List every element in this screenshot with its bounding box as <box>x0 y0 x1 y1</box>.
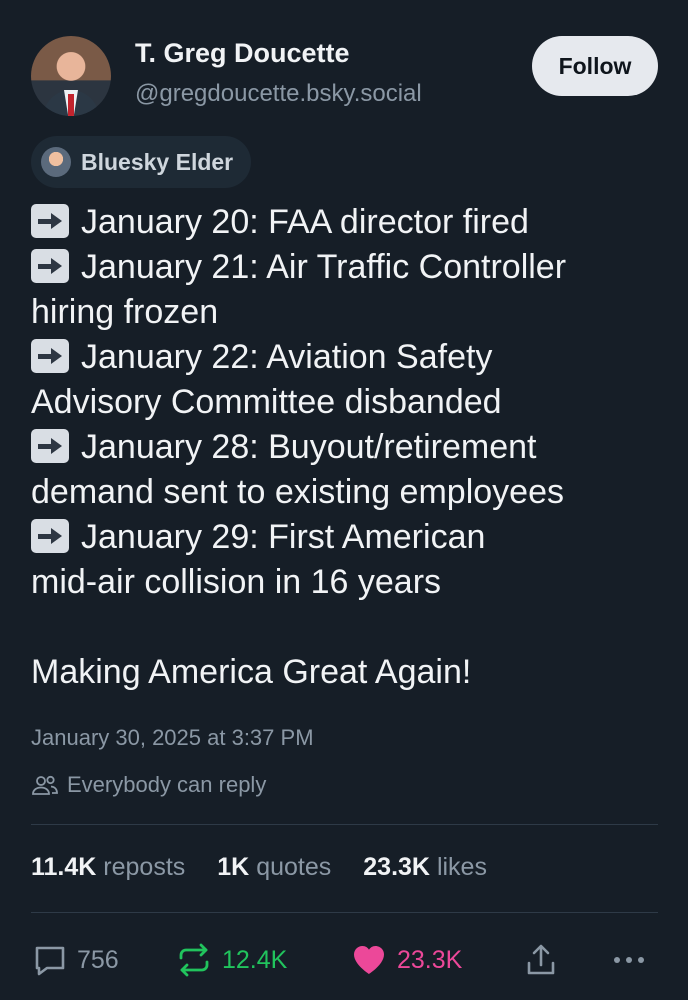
post-line: January 22: Aviation Safety <box>31 335 666 380</box>
follow-button[interactable]: Follow <box>532 36 658 96</box>
like-count: 23.3K <box>397 945 463 974</box>
reply-setting: Everybody can reply <box>31 772 266 798</box>
post-line: hiring frozen <box>31 293 219 331</box>
share-icon <box>527 944 555 975</box>
post-line: January 29: First American <box>31 515 666 560</box>
divider <box>31 824 658 825</box>
right-arrow-icon <box>31 339 69 373</box>
repost-icon <box>179 943 209 977</box>
post-text: January 20: FAA director fired January 2… <box>31 200 666 695</box>
right-arrow-icon <box>31 204 69 238</box>
right-arrow-icon <box>31 249 69 283</box>
post-line: January 28: Buyout/retirement <box>31 425 666 470</box>
author-handle[interactable]: @gregdoucette.bsky.social <box>135 80 422 108</box>
profile-badge[interactable]: Bluesky Elder <box>31 136 252 188</box>
avatar[interactable] <box>31 36 111 116</box>
reply-count: 756 <box>77 945 119 974</box>
post-line: January 21: Air Traffic Controller <box>31 245 666 290</box>
post-view: T. Greg Doucette @gregdoucette.bsky.soci… <box>0 0 688 1000</box>
share-button[interactable] <box>525 940 557 980</box>
post-line: Advisory Committee disbanded <box>31 383 502 421</box>
reposts-stat[interactable]: 11.4K reposts <box>31 853 185 882</box>
action-bar: 756 12.4K 23.3K <box>31 940 658 980</box>
repost-button[interactable]: 12.4K <box>176 940 287 980</box>
quotes-stat[interactable]: 1K quotes <box>217 853 331 882</box>
reply-setting-label: Everybody can reply <box>67 772 267 797</box>
post-line: demand sent to existing employees <box>31 473 564 511</box>
reply-icon <box>35 946 65 976</box>
more-icon <box>614 957 644 963</box>
post-closing-line: Making America Great Again! <box>31 653 472 691</box>
likes-stat[interactable]: 23.3K likes <box>363 853 487 882</box>
divider <box>31 912 658 913</box>
people-icon <box>32 775 58 795</box>
more-button[interactable] <box>611 940 647 980</box>
repost-count: 12.4K <box>222 945 288 974</box>
heart-icon <box>354 946 384 974</box>
post-line: mid-air collision in 16 years <box>31 563 442 601</box>
post-line: January 20: FAA director fired <box>31 200 666 245</box>
right-arrow-icon <box>31 429 69 463</box>
badge-avatar-icon <box>41 147 71 177</box>
badge-label: Bluesky Elder <box>81 148 234 175</box>
like-button[interactable]: 23.3K <box>351 940 462 980</box>
author-name[interactable]: T. Greg Doucette <box>135 38 350 69</box>
right-arrow-icon <box>31 519 69 553</box>
reply-button[interactable]: 756 <box>33 940 119 980</box>
post-timestamp: January 30, 2025 at 3:37 PM <box>31 725 314 750</box>
engagement-stats: 11.4K reposts 1K quotes 23.3K likes <box>31 853 487 882</box>
